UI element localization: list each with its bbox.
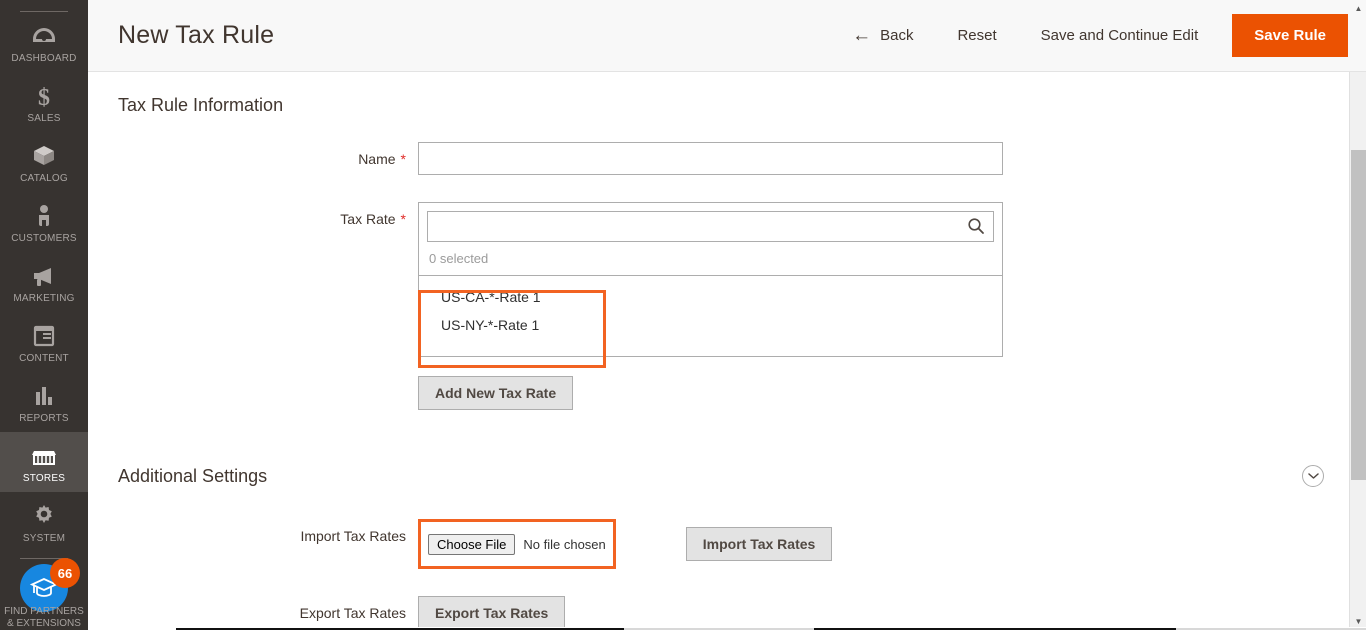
search-icon[interactable]: [967, 217, 985, 235]
save-rule-button[interactable]: Save Rule: [1232, 14, 1348, 57]
page-actions-toolbar: ← Back Reset Save and Continue Edit Save…: [830, 14, 1348, 57]
sidebar-item-label: FIND PARTNERS & EXTENSIONS: [4, 606, 84, 629]
sidebar-item-label: STORES: [22, 473, 66, 484]
import-tax-rates-row: Import Tax Rates Choose File No file cho…: [118, 519, 1336, 569]
tax-rate-label: Tax Rate *: [340, 211, 406, 227]
tax-rate-option[interactable]: US-CA-*-Rate 1: [419, 283, 1002, 311]
sidebar-item-system[interactable]: SYSTEM: [0, 492, 88, 552]
megaphone-icon: [0, 261, 88, 291]
dollar-icon: $: [0, 81, 88, 111]
name-field-row: Name *: [118, 142, 1336, 176]
tax-rate-field-row: Tax Rate * 0 selected US-CA-*-Rate 1 US-…: [118, 202, 1336, 410]
import-tax-rates-label: Import Tax Rates: [300, 528, 406, 544]
choose-file-button[interactable]: Choose File: [428, 533, 516, 555]
sidebar-item-label: CATALOG: [20, 173, 68, 184]
person-icon: [0, 201, 88, 231]
dashboard-icon: [0, 21, 88, 51]
sidebar-item-dashboard[interactable]: DASHBOARD: [0, 12, 88, 72]
save-and-continue-label: Save and Continue Edit: [1040, 27, 1199, 44]
export-tax-rates-label: Export Tax Rates: [299, 605, 406, 621]
chevron-down-icon[interactable]: [1302, 465, 1324, 487]
sidebar-item-stores[interactable]: STORES: [0, 432, 88, 492]
import-tax-rates-control: Choose File No file chosen Import Tax Ra…: [418, 519, 1336, 569]
admin-sidebar: DASHBOARD $ SALES CATALOG CUSTOMERS MARK…: [0, 0, 88, 630]
export-tax-rates-row: Export Tax Rates Export Tax Rates: [118, 596, 1336, 630]
gear-icon: [0, 501, 88, 531]
sidebar-item-label: SALES: [27, 113, 61, 124]
file-status-text: No file chosen: [523, 536, 606, 552]
vertical-scrollbar[interactable]: ▲ ▼: [1349, 4, 1366, 630]
bar-chart-icon: [0, 381, 88, 411]
svg-text:$: $: [38, 85, 50, 109]
sidebar-item-content[interactable]: CONTENT: [0, 312, 88, 372]
triangle-up-icon[interactable]: ▲: [1350, 0, 1366, 17]
back-button-label: Back: [880, 27, 914, 44]
reset-button-label: Reset: [957, 27, 997, 44]
arrow-left-icon: ←: [852, 25, 872, 46]
import-tax-rates-button[interactable]: Import Tax Rates: [685, 527, 833, 561]
tax-rate-option[interactable]: US-NY-*-Rate 1: [419, 311, 1002, 339]
tax-rate-selected-count: 0 selected: [429, 251, 489, 266]
tax-rate-multiselect: 0 selected US-CA-*-Rate 1 US-NY-*-Rate 1: [418, 202, 1003, 368]
sidebar-item-label: SYSTEM: [22, 533, 66, 544]
vertical-scrollbar-thumb[interactable]: [1351, 150, 1366, 480]
tax-rule-information-title: Tax Rule Information: [118, 95, 284, 115]
tax-rate-control: 0 selected US-CA-*-Rate 1 US-NY-*-Rate 1…: [418, 202, 1336, 410]
save-and-continue-edit-button[interactable]: Save and Continue Edit: [1019, 17, 1221, 54]
required-marker: *: [400, 211, 406, 227]
sidebar-item-customers[interactable]: CUSTOMERS: [0, 192, 88, 252]
magento-admin-page: DASHBOARD $ SALES CATALOG CUSTOMERS MARK…: [0, 0, 1366, 630]
tax-rate-search-input[interactable]: [427, 211, 994, 242]
import-file-field[interactable]: Choose File No file chosen: [428, 527, 606, 561]
partners-count-badge: 66: [50, 558, 80, 588]
export-tax-rates-control: Export Tax Rates: [418, 596, 1336, 630]
required-marker: *: [400, 151, 406, 167]
name-label: Name *: [358, 151, 406, 167]
sidebar-item-label: REPORTS: [19, 413, 69, 424]
additional-settings-header[interactable]: Additional Settings: [118, 442, 1336, 487]
storefront-icon: [0, 441, 88, 471]
add-new-tax-rate-button[interactable]: Add New Tax Rate: [418, 376, 574, 410]
sidebar-item-label: CONTENT: [19, 353, 69, 364]
sidebar-item-label: MARKETING: [13, 293, 75, 304]
export-tax-rates-button[interactable]: Export Tax Rates: [418, 596, 566, 630]
sidebar-item-reports[interactable]: REPORTS: [0, 372, 88, 432]
sidebar-item-marketing[interactable]: MARKETING: [0, 252, 88, 312]
sidebar-item-label: CUSTOMERS: [11, 233, 77, 244]
tax-rate-options-list[interactable]: US-CA-*-Rate 1 US-NY-*-Rate 1: [418, 275, 1003, 357]
sidebar-item-catalog[interactable]: CATALOG: [0, 132, 88, 192]
main-content-area: New Tax Rule ← Back Reset Save and Conti…: [88, 0, 1366, 630]
back-button[interactable]: ← Back: [830, 16, 935, 55]
sidebar-item-sales[interactable]: $ SALES: [0, 72, 88, 132]
form-content: Tax Rule Information Name * Tax Rate * 0…: [88, 72, 1366, 630]
name-control: [418, 142, 1336, 175]
sidebar-item-label: DASHBOARD: [11, 53, 77, 64]
tax-rate-multiselect-head: 0 selected: [418, 202, 1003, 275]
page-header: New Tax Rule ← Back Reset Save and Conti…: [88, 0, 1366, 72]
reset-button[interactable]: Reset: [935, 17, 1018, 54]
page-title: New Tax Rule: [118, 21, 275, 49]
box-icon: [0, 141, 88, 171]
name-input[interactable]: [418, 142, 1003, 175]
additional-settings-title: Additional Settings: [118, 465, 268, 486]
layout-icon: [0, 321, 88, 351]
tax-rate-search-row: [427, 211, 994, 242]
